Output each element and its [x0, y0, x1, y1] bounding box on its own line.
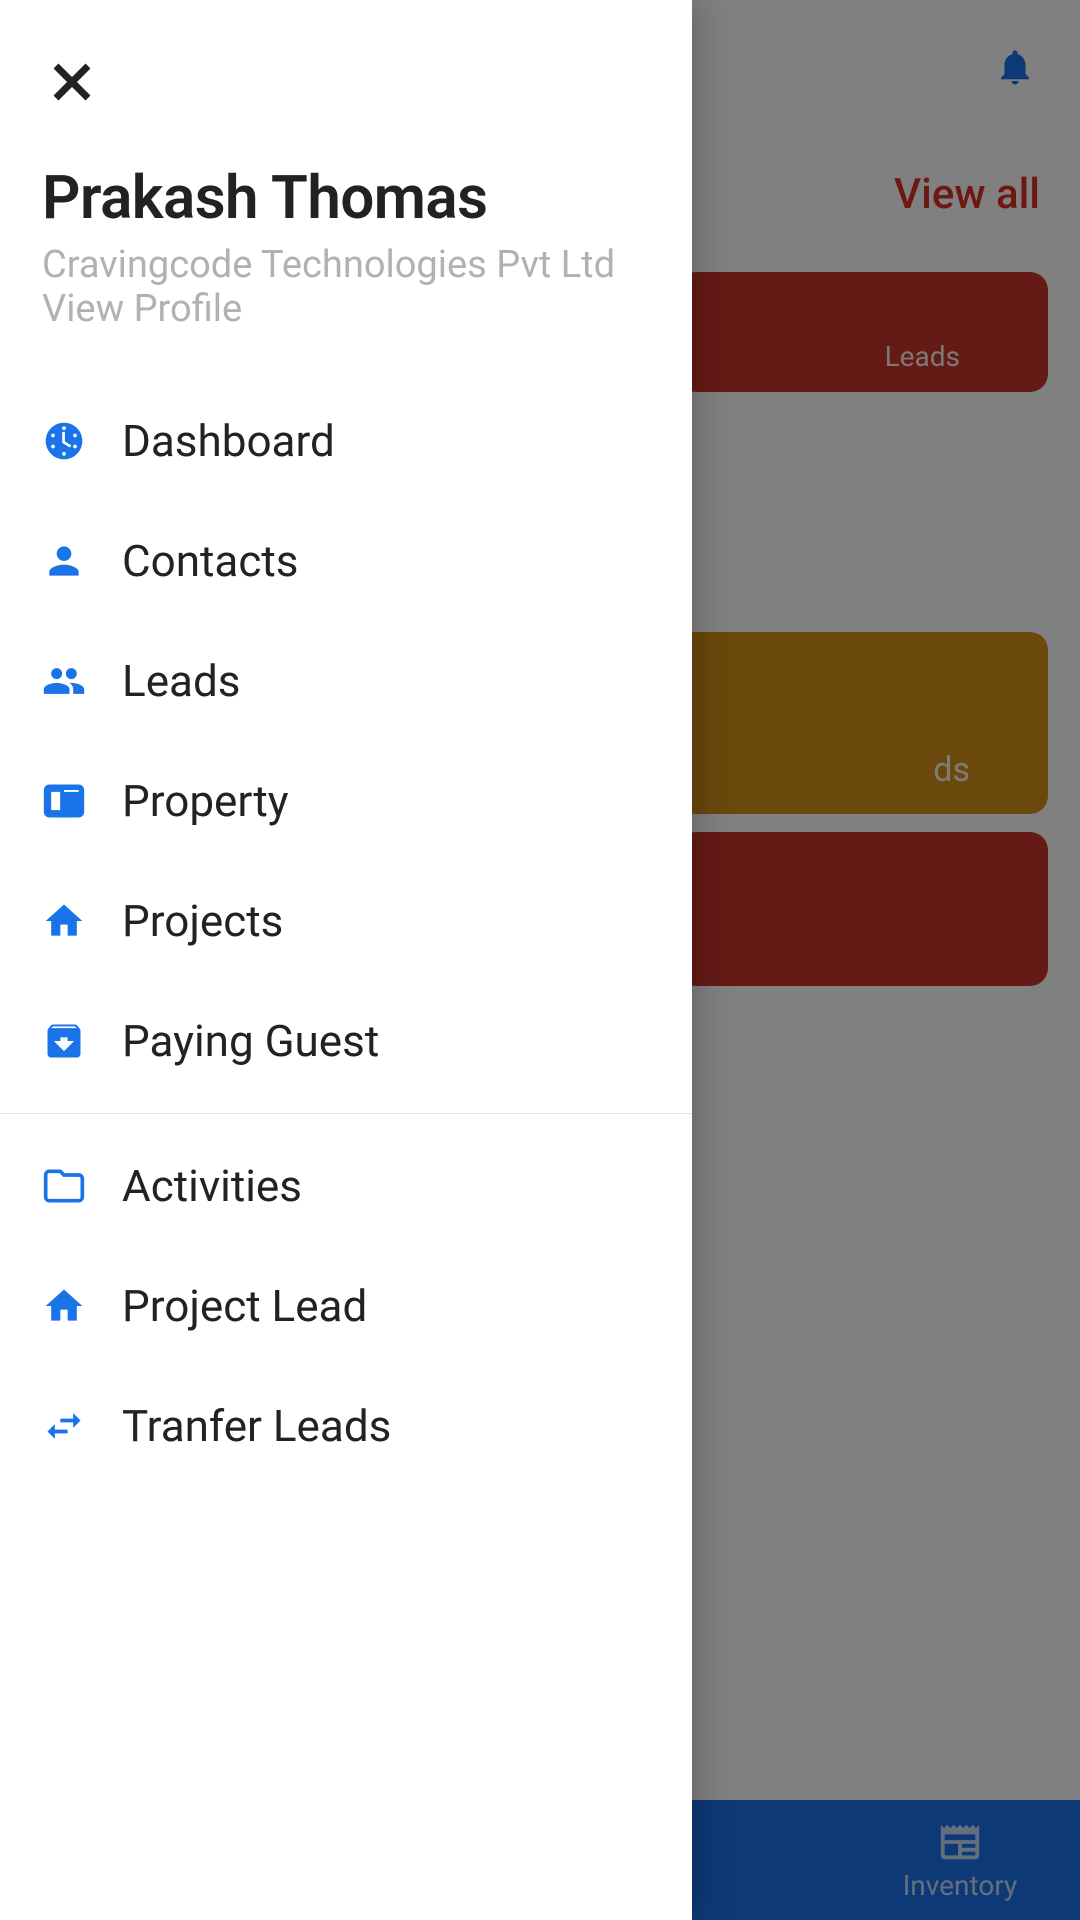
nav-label: Activities	[122, 1160, 302, 1212]
transfer-icon	[42, 1404, 86, 1448]
nav-label: Leads	[122, 655, 241, 707]
nav-divider	[0, 1113, 692, 1114]
nav-item-project-lead[interactable]: Project Lead	[0, 1246, 692, 1366]
nav-label: Paying Guest	[122, 1015, 379, 1067]
nav-label: Project Lead	[122, 1280, 367, 1332]
profile-company: Cravingcode Technologies Pvt Ltd	[42, 243, 650, 287]
nav-label: Tranfer Leads	[122, 1400, 391, 1452]
nav-item-activities[interactable]: Activities	[0, 1126, 692, 1246]
folder-icon	[42, 1164, 86, 1208]
nav-label: Property	[122, 775, 289, 827]
newspaper-icon	[42, 779, 86, 823]
nav-label: Contacts	[122, 535, 299, 587]
view-profile-link[interactable]: View Profile	[42, 287, 650, 331]
nav-item-contacts[interactable]: Contacts	[0, 501, 692, 621]
profile-section[interactable]: Prakash Thomas Cravingcode Technologies …	[0, 0, 692, 381]
nav-item-leads[interactable]: Leads	[0, 621, 692, 741]
person-icon	[42, 539, 86, 583]
nav-drawer: Prakash Thomas Cravingcode Technologies …	[0, 0, 692, 1920]
people-icon	[42, 659, 86, 703]
nav-item-projects[interactable]: Projects	[0, 861, 692, 981]
nav-item-dashboard[interactable]: Dashboard	[0, 381, 692, 501]
close-icon	[48, 58, 96, 106]
home-icon	[42, 899, 86, 943]
nav-section-1: Dashboard Contacts Leads Property Projec…	[0, 381, 692, 1101]
close-drawer-button[interactable]	[44, 54, 100, 110]
nav-item-property[interactable]: Property	[0, 741, 692, 861]
home-icon	[42, 1284, 86, 1328]
nav-label: Dashboard	[122, 415, 335, 467]
nav-label: Projects	[122, 895, 283, 947]
nav-item-transfer-leads[interactable]: Tranfer Leads	[0, 1366, 692, 1486]
nav-item-paying-guest[interactable]: Paying Guest	[0, 981, 692, 1101]
archive-icon	[42, 1019, 86, 1063]
profile-name: Prakash Thomas	[42, 162, 650, 233]
clock-icon	[42, 419, 86, 463]
nav-section-2: Activities Project Lead Tranfer Leads	[0, 1126, 692, 1486]
